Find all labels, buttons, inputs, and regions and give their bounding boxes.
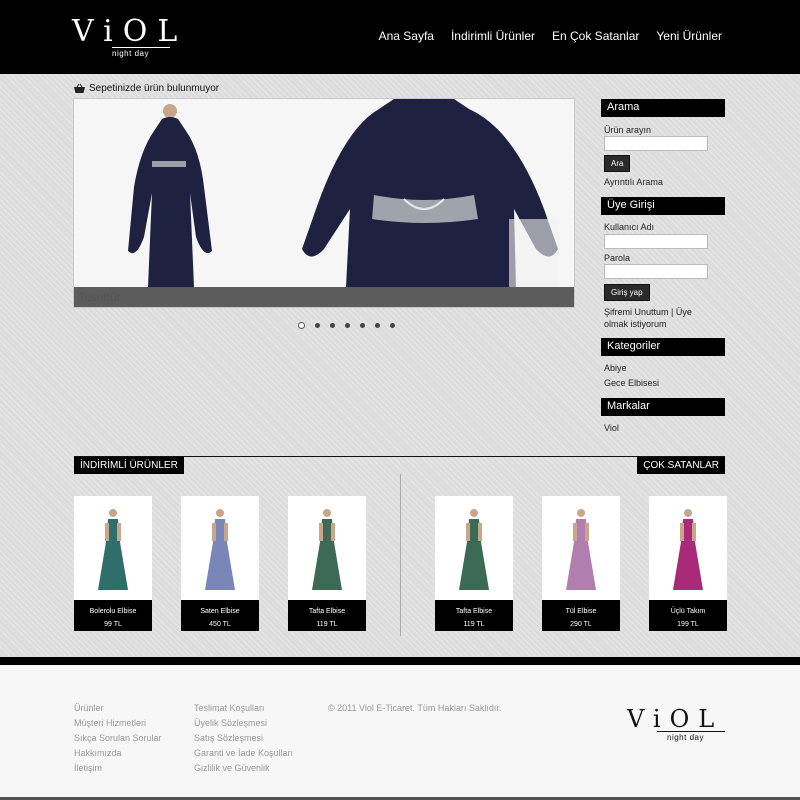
product-card[interactable]: Tafta Elbise 119 TL: [435, 496, 513, 631]
footer-link-about[interactable]: Hakkımızda: [74, 748, 162, 759]
footer-link-delivery[interactable]: Teslimat Koşulları: [194, 703, 293, 714]
footer-link-customer-service[interactable]: Müşteri Hizmetleri: [74, 718, 162, 729]
search-input[interactable]: [604, 136, 708, 151]
product-price: 199 TL: [677, 621, 699, 628]
slider-dot[interactable]: [390, 323, 395, 328]
product-info: Bolerolu Elbise 99 TL: [74, 600, 152, 631]
main-nav: Ana Sayfa İndirimli Ürünler En Çok Satan…: [379, 29, 722, 43]
footer-link-products[interactable]: Ürünler: [74, 703, 162, 714]
footer-link-contact[interactable]: İletişim: [74, 763, 162, 774]
logo-tagline: night day: [112, 49, 149, 58]
product-info: Üçlü Takım 199 TL: [649, 600, 727, 631]
password-label: Parola: [604, 253, 631, 263]
footer-logo: ViOL night day: [627, 705, 727, 749]
password-field[interactable]: [604, 264, 708, 279]
slider-dot[interactable]: [360, 323, 365, 328]
footer-logo-rule: [657, 731, 725, 732]
product-image[interactable]: [435, 496, 513, 600]
product-price: 290 TL: [570, 621, 592, 628]
username-label: Kullanıcı Adı: [604, 222, 655, 232]
footer-top-band: [0, 657, 800, 665]
product-price: 119 TL: [316, 621, 338, 628]
product-name[interactable]: Saten Elbise: [181, 605, 259, 618]
search-panel-title: Arama: [601, 99, 725, 117]
hero-slider[interactable]: Tesettür: [73, 98, 575, 308]
product-image[interactable]: [649, 496, 727, 600]
category-item-abiye[interactable]: Abiye: [604, 363, 627, 373]
discounted-section-title[interactable]: İNDİRİMLİ ÜRÜNLER: [74, 457, 184, 474]
nav-bestsellers[interactable]: En Çok Satanlar: [552, 29, 639, 43]
nav-discounted[interactable]: İndirimli Ürünler: [451, 29, 535, 43]
product-info: Tafta Elbise 119 TL: [288, 600, 366, 631]
product-card[interactable]: Üçlü Takım 199 TL: [649, 496, 727, 631]
site-header: ViOL night day Ana Sayfa İndirimli Ürünl…: [0, 0, 800, 74]
product-name[interactable]: Tafta Elbise: [288, 605, 366, 618]
slider-dot[interactable]: [345, 323, 350, 328]
bestsellers-section-title[interactable]: ÇOK SATANLAR: [637, 457, 725, 474]
product-info: Tül Elbise 290 TL: [542, 600, 620, 631]
login-button[interactable]: Giriş yap: [604, 284, 650, 301]
slider-dot[interactable]: [375, 323, 380, 328]
product-price: 450 TL: [209, 621, 231, 628]
product-name[interactable]: Bolerolu Elbise: [74, 605, 152, 618]
categories-panel-title: Kategoriler: [601, 338, 725, 356]
username-field[interactable]: [604, 234, 708, 249]
product-name[interactable]: Tafta Elbise: [435, 605, 513, 618]
product-card[interactable]: Tül Elbise 290 TL: [542, 496, 620, 631]
slide-model-full-image: [128, 104, 212, 287]
product-card[interactable]: Tafta Elbise 119 TL: [288, 496, 366, 631]
footer-links-column-1: Ürünler Müşteri Hizmetleri Sıkça Sorulan…: [74, 703, 162, 774]
section-vertical-divider: [400, 474, 401, 636]
product-image[interactable]: [288, 496, 366, 600]
search-label: Ürün arayın: [604, 125, 652, 135]
product-name[interactable]: Tül Elbise: [542, 605, 620, 618]
product-name[interactable]: Üçlü Takım: [649, 605, 727, 618]
product-image[interactable]: [74, 496, 152, 600]
logo-wordmark: ViOL: [72, 14, 188, 49]
brand-item-viol[interactable]: Viol: [604, 423, 619, 433]
copyright-text: © 2011 Viol E-Ticaret. Tüm Hakları Saklı…: [328, 703, 502, 713]
login-panel-title: Üye Girişi: [601, 197, 725, 215]
site-logo[interactable]: ViOL night day: [72, 14, 177, 72]
footer-link-privacy[interactable]: Gizlilik ve Güvenlik: [194, 763, 293, 774]
cart-status-text: Sepetinizde ürün bulunmuyor: [89, 83, 220, 94]
slider-dot[interactable]: [298, 322, 305, 329]
footer-logo-tagline: night day: [667, 733, 704, 742]
slide-caption: Tesettür: [74, 287, 574, 307]
product-image[interactable]: [181, 496, 259, 600]
footer-logo-wordmark: ViOL: [627, 705, 724, 733]
footer-link-sales-agreement[interactable]: Satış Sözleşmesi: [194, 733, 293, 744]
site-footer: Ürünler Müşteri Hizmetleri Sıkça Sorulan…: [0, 665, 800, 800]
slider-pagination: [298, 322, 395, 329]
cart-status[interactable]: Sepetinizde ürün bulunmuyor: [74, 83, 219, 94]
slider-dot[interactable]: [315, 323, 320, 328]
search-button[interactable]: Ara: [604, 155, 631, 172]
product-price: 119 TL: [463, 621, 485, 628]
footer-link-warranty-returns[interactable]: Garanti ve İade Koşulları: [194, 748, 293, 759]
product-info: Saten Elbise 450 TL: [181, 600, 259, 631]
logo-rule: [112, 47, 170, 48]
product-image[interactable]: [542, 496, 620, 600]
nav-home[interactable]: Ana Sayfa: [379, 29, 434, 43]
slide-model-closeup-image: [302, 99, 559, 287]
basket-icon: [74, 84, 85, 93]
brands-panel-title: Markalar: [601, 398, 725, 416]
footer-link-membership-agreement[interactable]: Üyelik Sözleşmesi: [194, 718, 293, 729]
nav-new-products[interactable]: Yeni Ürünler: [656, 29, 722, 43]
product-info: Tafta Elbise 119 TL: [435, 600, 513, 631]
footer-links-column-2: Teslimat Koşulları Üyelik Sözleşmesi Sat…: [194, 703, 293, 774]
product-card[interactable]: Bolerolu Elbise 99 TL: [74, 496, 152, 631]
slider-dot[interactable]: [330, 323, 335, 328]
footer-link-faq[interactable]: Sıkça Sorulan Sorular: [74, 733, 162, 744]
product-price: 99 TL: [104, 621, 122, 628]
advanced-search-link[interactable]: Ayrıntılı Arama: [604, 177, 663, 187]
category-item-gece-elbisesi[interactable]: Gece Elbisesi: [604, 378, 659, 388]
product-card[interactable]: Saten Elbise 450 TL: [181, 496, 259, 631]
forgot-register-link[interactable]: Şifremi Unuttum | Üye olmak istiyorum: [604, 306, 714, 330]
